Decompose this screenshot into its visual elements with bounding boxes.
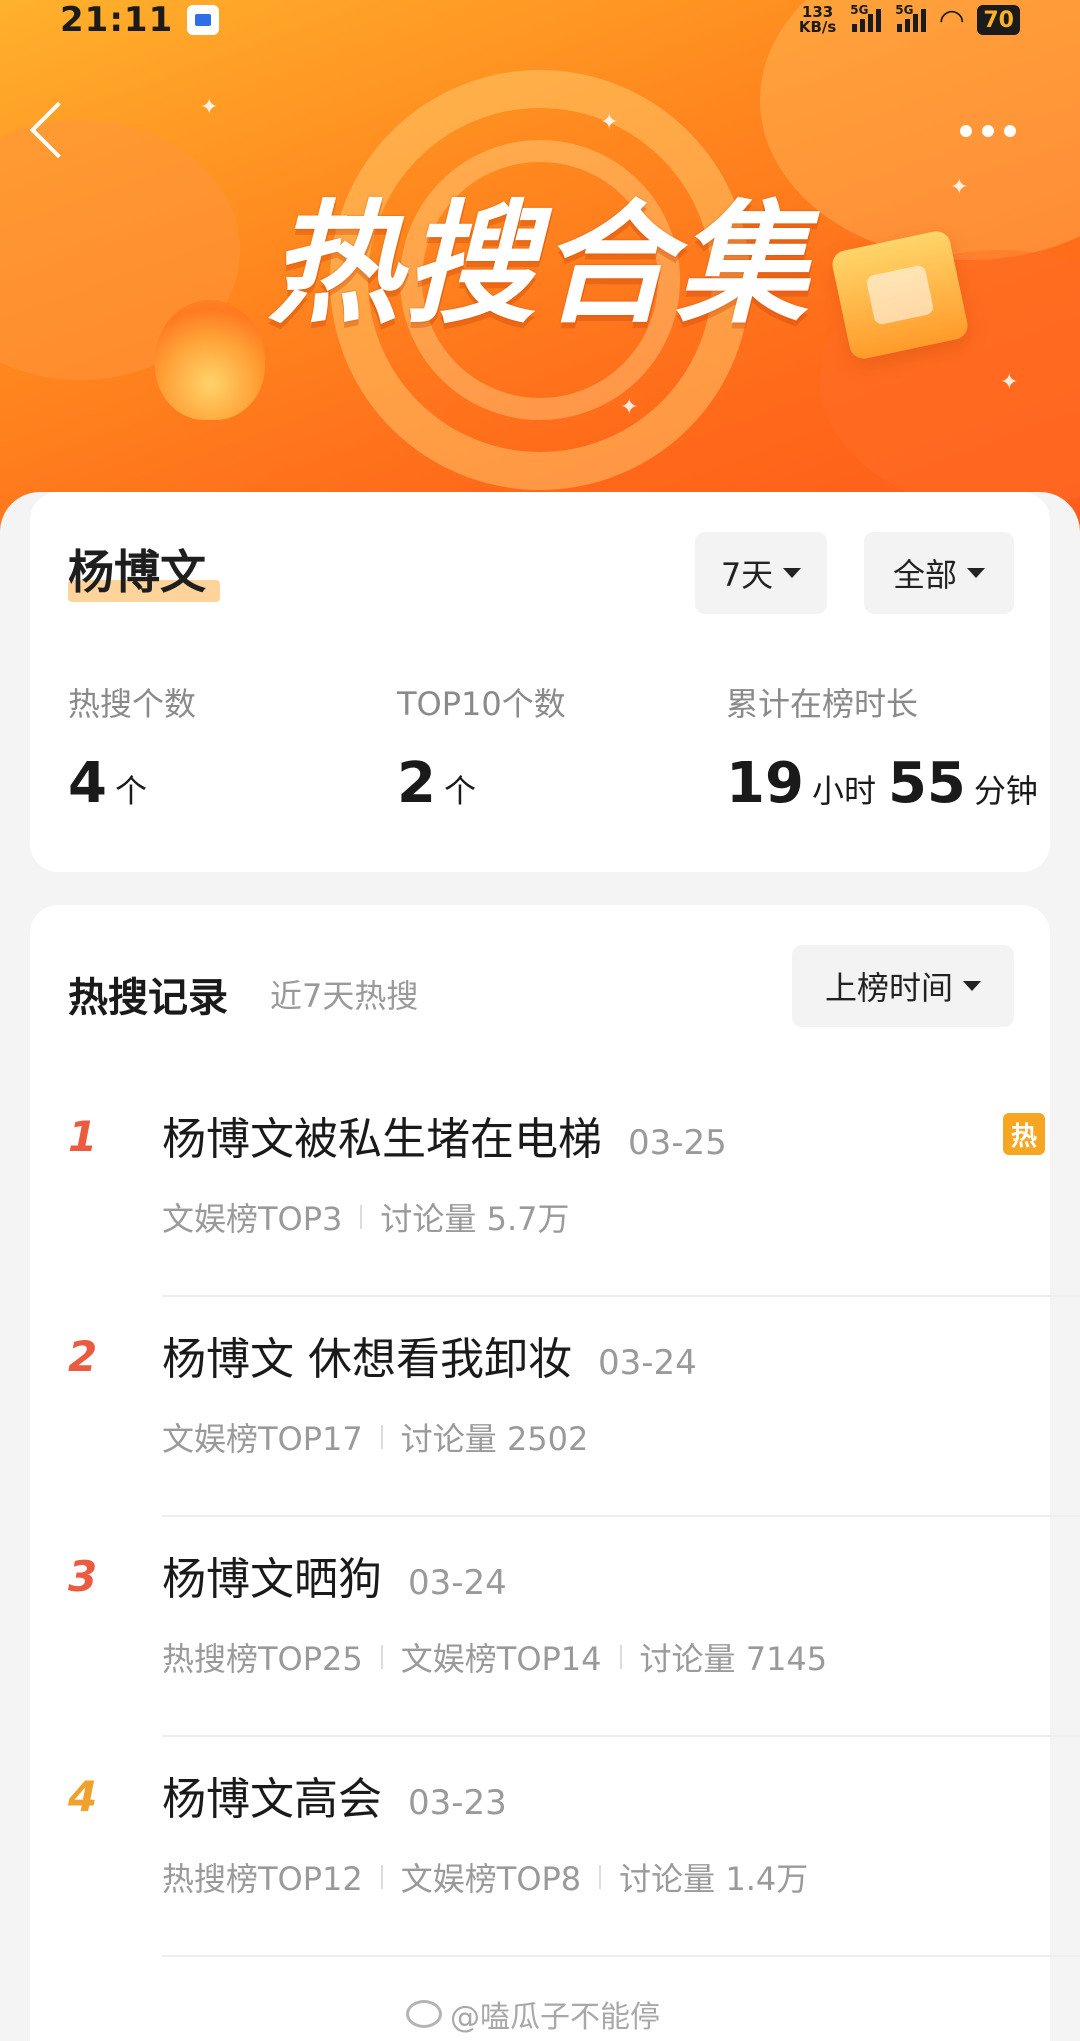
watermark-text: @嗑瓜子不能停 [450,2000,660,2035]
wifi-icon: ◠ [940,2,964,38]
stat-hours: 19 [726,751,804,816]
profile-name: 杨博文 [68,545,206,599]
network-speed-unit: KB/s [798,18,837,36]
list-item[interactable]: 3 杨博文晒狗 03-24 热搜榜TOP25 文娱榜TOP14 讨论量 7145 [68,1517,1080,1737]
days-filter-label: 7天 [720,556,774,594]
list-item[interactable]: 2 杨博文 休想看我卸妆 03-24 文娱榜TOP17 讨论量 2502 [68,1297,1080,1517]
stat-number: 4 [68,751,107,816]
record-title: 杨博文高会 [162,1774,382,1825]
caret-down-icon [967,568,985,578]
records-card: 热搜记录 近7天热搜 上榜时间 1 杨博文被私生堵在电梯 03-25 热 文娱榜… [30,905,1080,2041]
flame-icon [155,300,265,420]
sort-dropdown[interactable]: 上榜时间 [792,945,1014,1027]
record-date: 03-24 [598,1343,697,1383]
sim2-label: 5G [895,2,914,17]
record-meta: 讨论量 5.7万 [380,1200,570,1238]
rank-number: 1 [68,1112,98,1161]
meta-separator [380,1645,383,1669]
record-meta: 文娱榜TOP8 [400,1860,582,1898]
meta-separator [360,1205,363,1229]
network-speed: 133 KB/s [799,5,836,35]
page-title: 热搜合集 [268,188,812,342]
sim1-label: 5G [850,2,869,17]
record-title: 杨博文 休想看我卸妆 [162,1334,572,1385]
record-date: 03-23 [408,1783,507,1823]
stat-label: 累计在榜时长 [726,685,919,723]
signal-icon: 5G [850,3,882,32]
caret-down-icon [783,568,802,578]
app-notification-icon [187,5,220,35]
record-date: 03-25 [628,1123,727,1163]
sort-label: 上榜时间 [824,969,953,1007]
record-date: 03-24 [408,1563,507,1603]
header-banner: ✦ ✦ ✦ ✦ ✦ 热搜合集 [0,0,1080,560]
status-time: 21:11 [60,0,174,40]
record-title: 杨博文被私生堵在电梯 [162,1114,602,1165]
more-dots-icon[interactable] [960,125,1016,137]
profile-name-wrap: 杨博文 [68,540,220,604]
sparkle-icon: ✦ [600,110,619,135]
meta-separator [619,1645,622,1669]
stat-label: TOP10个数 [397,685,566,723]
scope-filter-label: 全部 [892,556,957,594]
rank-number: 2 [68,1332,98,1381]
record-meta: 文娱榜TOP3 [162,1200,343,1238]
hot-badge: 热 [1003,1113,1045,1155]
sparkle-icon: ✦ [620,395,639,420]
stat-unit: 个 [443,772,476,810]
meta-separator [380,1865,383,1889]
stat-number: 2 [397,751,436,816]
list-item[interactable]: 1 杨博文被私生堵在电梯 03-25 热 文娱榜TOP3 讨论量 5.7万 [68,1077,1080,1297]
records-title: 热搜记录 [68,975,228,1021]
stat-total-duration: 累计在榜时长 19 小时 55 分钟 [726,682,1050,816]
days-filter-dropdown[interactable]: 7天 [695,532,827,614]
record-title: 杨博文晒狗 [162,1554,382,1605]
signal-icon: 5G [895,3,927,32]
weibo-icon [406,2000,442,2028]
scope-filter-dropdown[interactable]: 全部 [864,532,1014,614]
stat-label: 热搜个数 [68,685,197,723]
profile-card: 杨博文 7天 全部 热搜个数 4 个 TOP10个数 2 个 累计在榜时长 19… [30,492,1050,872]
stat-hours-unit: 小时 [811,772,876,810]
sparkle-icon: ✦ [200,95,219,120]
caret-down-icon [963,981,981,991]
battery-icon: 70 [977,5,1020,35]
stat-hot-count: 热搜个数 4 个 [68,682,196,816]
divider [162,1955,1080,1957]
record-meta: 文娱榜TOP17 [162,1420,363,1458]
list-item[interactable]: 4 杨博文高会 03-23 热搜榜TOP12 文娱榜TOP8 讨论量 1.4万 [68,1737,1080,1957]
record-meta: 讨论量 2502 [400,1420,589,1458]
record-meta: 热搜榜TOP25 [162,1640,363,1678]
records-subtitle: 近7天热搜 [270,977,419,1015]
sparkle-icon: ✦ [1000,370,1019,395]
rank-number: 3 [68,1552,98,1601]
meta-separator [380,1425,383,1449]
sparkle-icon: ✦ [950,175,969,200]
stat-unit: 个 [114,772,147,810]
record-meta: 文娱榜TOP14 [400,1640,602,1678]
record-meta: 热搜榜TOP12 [162,1860,363,1898]
meta-separator [599,1865,602,1889]
stat-minutes-unit: 分钟 [973,772,1038,810]
stat-top10-count: TOP10个数 2 个 [397,682,566,816]
record-meta: 讨论量 1.4万 [619,1860,809,1898]
rank-number: 4 [68,1772,98,1821]
record-meta: 讨论量 7145 [639,1640,828,1678]
watermark: @嗑瓜子不能停 [406,1992,660,2036]
status-bar: 21:11 133 KB/s 5G 5G ◠ 70 [0,0,1080,40]
stat-minutes: 55 [887,751,966,816]
